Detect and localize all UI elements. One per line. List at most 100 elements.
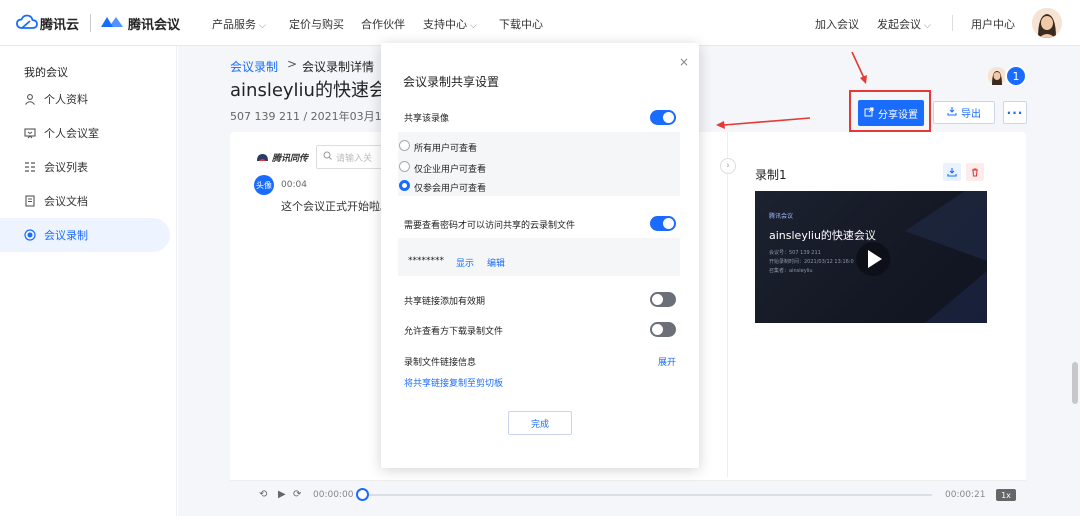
collapse-panel-button[interactable]: › [720,158,736,174]
brand-meeting-name[interactable]: 腾讯会议 [128,14,180,33]
thumbnail-meta-line: 召集者：ainsleyliu [769,268,813,274]
option-participants-label: 仅参会用户可查看 [414,184,487,194]
page-scrollbar[interactable] [1072,362,1078,404]
share-recording-toggle[interactable] [650,110,676,125]
sidebar: 我的会议 个人资料 个人会议室 会议列表 会议文档 会议录制 [0,46,177,516]
rewind-icon[interactable]: ⟲ [259,489,267,500]
recording-title: 录制1 [755,168,787,182]
tencent-cloud-logo-icon[interactable] [16,14,38,30]
link-info-label: 录制文件链接信息 [404,358,477,368]
sidebar-item-room[interactable]: 个人会议室 [0,116,170,150]
nav-partners[interactable]: 合作伙伴 [361,16,405,32]
progress-track[interactable] [366,494,932,496]
doc-icon [24,195,36,207]
export-label: 导出 [961,109,981,120]
sidebar-item-recording[interactable]: 会议录制 [0,218,170,252]
participant-avatar [988,67,1006,85]
export-button[interactable]: 导出 [933,101,995,124]
share-recording-label: 共享该录像 [404,114,450,124]
radio-all-users[interactable] [399,140,410,151]
sidebar-item-label: 会议录制 [44,229,88,242]
transcript-logo-icon [257,153,268,161]
thumbnail-logo: 腾讯会议 [769,213,794,220]
nav-products-label: 产品服务 [212,18,256,31]
transcript-text: 这个会议正式开始啦。 [281,200,391,213]
chevron-down-icon: ⌵ [259,21,266,31]
search-placeholder: 请输入关 [336,153,373,164]
chevron-down-icon: ⌵ [924,21,931,31]
meeting-meta: 507 139 211 / 2021年03月12 [230,110,389,123]
thumbnail-meta: 会议号：507 139 211 开始录制时间：2021/03/12 13:16:… [769,249,854,276]
nav-pricing[interactable]: 定价与购买 [289,16,344,32]
play-icon[interactable] [855,241,891,277]
close-icon[interactable]: × [679,55,689,69]
dialog-title: 会议录制共享设置 [403,75,500,89]
done-button[interactable]: 完成 [508,411,572,435]
search-icon [323,151,332,163]
link-expiry-label: 共享链接添加有效期 [404,297,486,307]
sidebar-item-list[interactable]: 会议列表 [0,150,170,184]
password-mask: ******** [408,256,444,266]
nav-user-center[interactable]: 用户中心 [971,16,1015,32]
transcript-search-input[interactable]: 请输入关 [316,145,386,169]
chevron-right-icon: › [726,161,730,171]
option-enterprise-users-label: 仅企业用户可查看 [414,165,487,175]
thumbnail-meta-line: 开始录制时间：2021/03/12 13:16:0 [769,259,854,265]
option-all-users-label: 所有用户可查看 [414,144,478,154]
transcript-brand: 腾讯同传 [256,151,308,164]
playback-speed-button[interactable]: 1x [996,489,1016,501]
breadcrumb-parent-link[interactable]: 会议录制 [230,58,278,75]
allow-download-toggle[interactable] [650,322,676,337]
tencent-meeting-logo-icon[interactable] [100,15,126,29]
sidebar-item-docs[interactable]: 会议文档 [0,184,170,218]
brand-divider [90,14,91,32]
player-current-time: 00:00:00 [313,490,354,500]
more-options-button[interactable]: ··· [1003,101,1027,124]
nav-start-meeting-label: 发起会议 [877,18,921,31]
play-small-icon[interactable]: ▶ [278,489,286,500]
nav-support[interactable]: 支持中心 ⌵ [423,16,477,32]
sidebar-heading: 我的会议 [24,66,68,79]
list-icon [24,161,36,173]
avatar-image-icon [1032,8,1062,38]
nav-join-meeting[interactable]: 加入会议 [815,16,859,32]
thumbnail-meta-line: 会议号：507 139 211 [769,250,821,256]
nav-divider [952,15,953,31]
annotation-arrows [716,51,867,129]
transcript-timestamp[interactable]: 00:04 [281,180,307,190]
password-required-toggle[interactable] [650,216,676,231]
password-required-label: 需要查看密码才可以访问共享的云录制文件 [404,221,576,231]
nav-download[interactable]: 下载中心 [499,16,543,32]
nav-support-label: 支持中心 [423,18,467,31]
progress-handle[interactable] [356,488,369,501]
player-total-time: 00:00:21 [945,490,986,500]
panel-divider [727,132,728,477]
copy-share-link[interactable]: 将共享链接复制至剪切板 [404,376,503,389]
sidebar-item-label: 会议文档 [44,195,88,208]
expand-link[interactable]: 展开 [658,355,676,368]
forward-icon[interactable]: ⟳ [293,489,301,500]
edit-password-link[interactable]: 编辑 [487,256,505,269]
radio-participants[interactable] [399,180,410,191]
export-icon [947,106,957,119]
allow-download-label: 允许查看方下载录制文件 [404,327,504,337]
speaker-avatar: 头像 [254,175,274,195]
record-icon [24,229,36,241]
sidebar-item-label: 会议列表 [44,161,88,174]
download-icon[interactable] [943,163,961,181]
sidebar-item-profile[interactable]: 个人资料 [0,82,170,116]
brand-cloud-name[interactable]: 腾讯云 [40,14,79,33]
nav-products[interactable]: 产品服务 ⌵ [212,16,266,32]
person-icon [24,93,36,105]
show-password-link[interactable]: 显示 [456,256,474,269]
nav-start-meeting[interactable]: 发起会议 ⌵ [877,16,931,32]
radio-enterprise-users[interactable] [399,161,410,172]
chevron-down-icon: ⌵ [470,21,477,31]
sidebar-item-label: 个人会议室 [44,127,99,140]
page-title: ainsleyliu的快速会 [230,80,387,101]
delete-icon[interactable] [966,163,984,181]
participant-count-badge[interactable]: 1 [1005,65,1027,87]
user-avatar[interactable] [1032,8,1062,38]
recording-thumbnail[interactable]: 腾讯会议 ainsleyliu的快速会议 会议号：507 139 211 开始录… [755,191,987,323]
link-expiry-toggle[interactable] [650,292,676,307]
